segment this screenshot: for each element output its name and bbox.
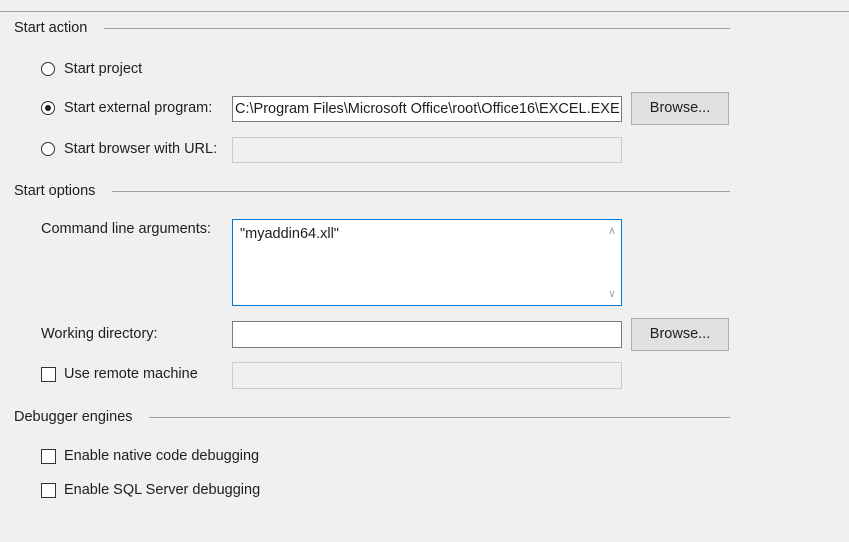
section-divider	[112, 191, 730, 192]
section-start-action: Start action	[14, 18, 730, 38]
browser-url-input[interactable]	[232, 137, 622, 163]
working-dir-input[interactable]	[232, 321, 622, 348]
browse-external-button[interactable]: Browse...	[631, 92, 729, 125]
sql-debug-checkbox[interactable]	[41, 483, 56, 498]
top-divider	[0, 11, 849, 12]
section-start-options: Start options	[14, 181, 730, 201]
cmd-args-scrollbar[interactable]: ∧ ∨	[603, 220, 621, 305]
start-external-label: Start external program:	[64, 100, 213, 116]
section-divider	[149, 417, 730, 418]
native-debug-checkbox[interactable]	[41, 449, 56, 464]
sql-debug-label: Enable SQL Server debugging	[64, 482, 261, 498]
start-external-radio[interactable]	[41, 101, 55, 115]
start-browser-radio[interactable]	[41, 142, 55, 156]
working-dir-label: Working directory:	[41, 326, 158, 342]
start-project-label: Start project	[64, 61, 143, 77]
cmd-args-value: "myaddin64.xll"	[240, 226, 339, 242]
chevron-up-icon[interactable]: ∧	[603, 222, 621, 240]
section-title: Debugger engines	[14, 409, 133, 425]
chevron-down-icon[interactable]: ∨	[603, 285, 621, 303]
section-title: Start options	[14, 183, 96, 199]
remote-machine-label: Use remote machine	[64, 366, 198, 382]
remote-machine-checkbox[interactable]	[41, 367, 56, 382]
browse-workdir-button[interactable]: Browse...	[631, 318, 729, 351]
section-title: Start action	[14, 20, 88, 36]
native-debug-label: Enable native code debugging	[64, 448, 260, 464]
cmd-args-label: Command line arguments:	[41, 221, 212, 237]
start-browser-label: Start browser with URL:	[64, 141, 218, 157]
cmd-args-textarea[interactable]: "myaddin64.xll" ∧ ∨	[232, 219, 622, 306]
external-program-input[interactable]: C:\Program Files\Microsoft Office\root\O…	[232, 96, 622, 122]
section-divider	[104, 28, 730, 29]
section-debugger-engines: Debugger engines	[14, 407, 730, 427]
remote-machine-input[interactable]	[232, 362, 622, 389]
start-project-radio[interactable]	[41, 62, 55, 76]
